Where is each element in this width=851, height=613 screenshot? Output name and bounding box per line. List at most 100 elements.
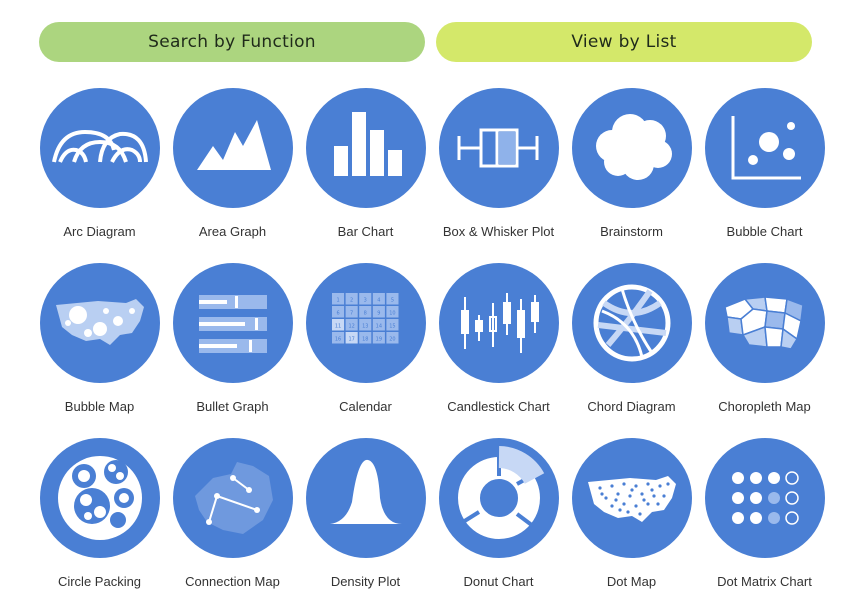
- map-dot: [629, 488, 634, 492]
- calendar-icon: 1 2 3 4 5 6 7 8 9 10 11 12 13 14 15 16 17 18 19 20: [305, 263, 426, 383]
- tile-label: Chord Diagram: [587, 399, 676, 414]
- bubble-chart-icon: [704, 88, 825, 208]
- calendar-day-number: 3: [363, 298, 366, 304]
- dot-matrix-chart-icon: [704, 438, 825, 558]
- tile-box-whisker-plot[interactable]: Box & Whisker Plot: [432, 88, 565, 263]
- tile-calendar[interactable]: 1 2 3 4 5 6 7 8 9 10 11 12 13 14 15 16 17 18 19 20 Calendar: [299, 263, 432, 438]
- map-dot: [603, 496, 608, 500]
- arc-diagram-icon: [39, 88, 160, 208]
- tile-candlestick-chart[interactable]: Candlestick Chart: [432, 263, 565, 438]
- tile-label: Brainstorm: [600, 224, 663, 239]
- map-dot: [645, 482, 650, 486]
- map-dot: [633, 484, 638, 488]
- tile-label: Connection Map: [185, 574, 280, 589]
- map-dot: [651, 494, 656, 498]
- map-dot: [617, 508, 622, 512]
- tile-bubble-chart[interactable]: Bubble Chart: [698, 88, 831, 263]
- map-dot: [609, 504, 614, 508]
- map-dot: [613, 498, 618, 502]
- connection-map-icon: [172, 438, 293, 558]
- map-dot: [661, 494, 666, 498]
- calendar-day-number: 7: [350, 311, 353, 317]
- density-plot-icon: [305, 438, 426, 558]
- calendar-day-number: 17: [348, 337, 354, 343]
- tile-bubble-map[interactable]: Bubble Map: [33, 263, 166, 438]
- calendar-day-number: 9: [377, 311, 380, 317]
- map-dot: [649, 488, 654, 492]
- tile-area-graph[interactable]: Area Graph: [166, 88, 299, 263]
- calendar-day-number: 16: [334, 337, 340, 343]
- choropleth-map-icon: [704, 263, 825, 383]
- tile-density-plot[interactable]: Density Plot: [299, 438, 432, 613]
- bubble-map-icon: [39, 263, 160, 383]
- tile-label: Arc Diagram: [63, 224, 136, 239]
- search-by-function-button[interactable]: Search by Function: [39, 22, 425, 62]
- tile-label: Density Plot: [330, 574, 401, 589]
- brainstorm-icon: [571, 88, 692, 208]
- circle-packing-icon: [39, 438, 160, 558]
- box-whisker-icon: [438, 88, 559, 208]
- bar-chart-icon: [305, 88, 426, 208]
- donut-chart-icon: [438, 438, 559, 558]
- tile-label: Circle Packing: [57, 574, 142, 589]
- map-dot: [637, 512, 642, 516]
- calendar-day-number: 13: [362, 324, 368, 330]
- tile-brainstorm[interactable]: Brainstorm: [565, 88, 698, 263]
- chord-diagram-icon: [571, 263, 692, 383]
- area-graph-icon: [172, 88, 293, 208]
- calendar-day-number: 11: [334, 324, 340, 330]
- map-dot: [641, 498, 646, 502]
- calendar-day-number: 2: [350, 298, 353, 304]
- calendar-day-number: 1: [336, 298, 339, 304]
- map-dot: [597, 486, 602, 490]
- tile-arc-diagram[interactable]: Arc Diagram: [33, 88, 166, 263]
- map-dot: [657, 484, 662, 488]
- map-dot: [615, 492, 620, 496]
- view-by-list-button[interactable]: View by List: [436, 22, 812, 62]
- bullet-graph-icon: [172, 263, 293, 383]
- tile-label: Dot Matrix Chart: [717, 574, 812, 589]
- tile-donut-chart[interactable]: Donut Chart: [432, 438, 565, 613]
- map-dot: [627, 494, 632, 498]
- map-dot: [599, 492, 604, 496]
- calendar-day-number: 6: [336, 311, 339, 317]
- map-dot: [625, 510, 630, 514]
- tile-dot-matrix-chart[interactable]: Dot Matrix Chart: [698, 438, 831, 613]
- map-dot: [639, 492, 644, 496]
- calendar-day-number: 18: [362, 337, 368, 343]
- calendar-day-number: 15: [389, 324, 395, 330]
- calendar-day-number: 14: [375, 324, 381, 330]
- tile-label: Bullet Graph: [196, 399, 269, 414]
- tile-circle-packing[interactable]: Circle Packing: [33, 438, 166, 613]
- dot-map-icon: [571, 438, 692, 558]
- calendar-day-number: 8: [363, 311, 366, 317]
- tile-choropleth-map[interactable]: Choropleth Map: [698, 263, 831, 438]
- tile-label: Dot Map: [606, 574, 657, 589]
- tile-label: Donut Chart: [463, 574, 534, 589]
- chart-type-grid: Arc Diagram Area Graph Bar Chart Box & W…: [0, 88, 851, 613]
- map-dot: [621, 482, 626, 486]
- calendar-day-number: 5: [390, 298, 393, 304]
- calendar-day-number: 4: [377, 298, 380, 304]
- map-dot: [621, 502, 626, 506]
- tile-label: Bubble Map: [64, 399, 135, 414]
- tile-label: Bubble Chart: [726, 224, 803, 239]
- calendar-day-number: 10: [389, 311, 395, 317]
- candlestick-chart-icon: [438, 263, 559, 383]
- tile-bar-chart[interactable]: Bar Chart: [299, 88, 432, 263]
- tile-label: Candlestick Chart: [447, 399, 550, 414]
- tile-label: Bar Chart: [337, 224, 394, 239]
- map-dot: [609, 484, 614, 488]
- calendar-day-number: 12: [348, 324, 354, 330]
- tile-label: Choropleth Map: [718, 399, 811, 414]
- map-dot: [655, 502, 660, 506]
- tile-connection-map[interactable]: Connection Map: [166, 438, 299, 613]
- tile-dot-map[interactable]: Dot Map: [565, 438, 698, 613]
- tile-bullet-graph[interactable]: Bullet Graph: [166, 263, 299, 438]
- tile-label: Box & Whisker Plot: [442, 224, 555, 239]
- calendar-day-number: 20: [389, 337, 395, 343]
- calendar-day-number: 19: [375, 337, 381, 343]
- map-dot: [645, 502, 650, 506]
- tile-chord-diagram[interactable]: Chord Diagram: [565, 263, 698, 438]
- map-dot: [665, 482, 670, 486]
